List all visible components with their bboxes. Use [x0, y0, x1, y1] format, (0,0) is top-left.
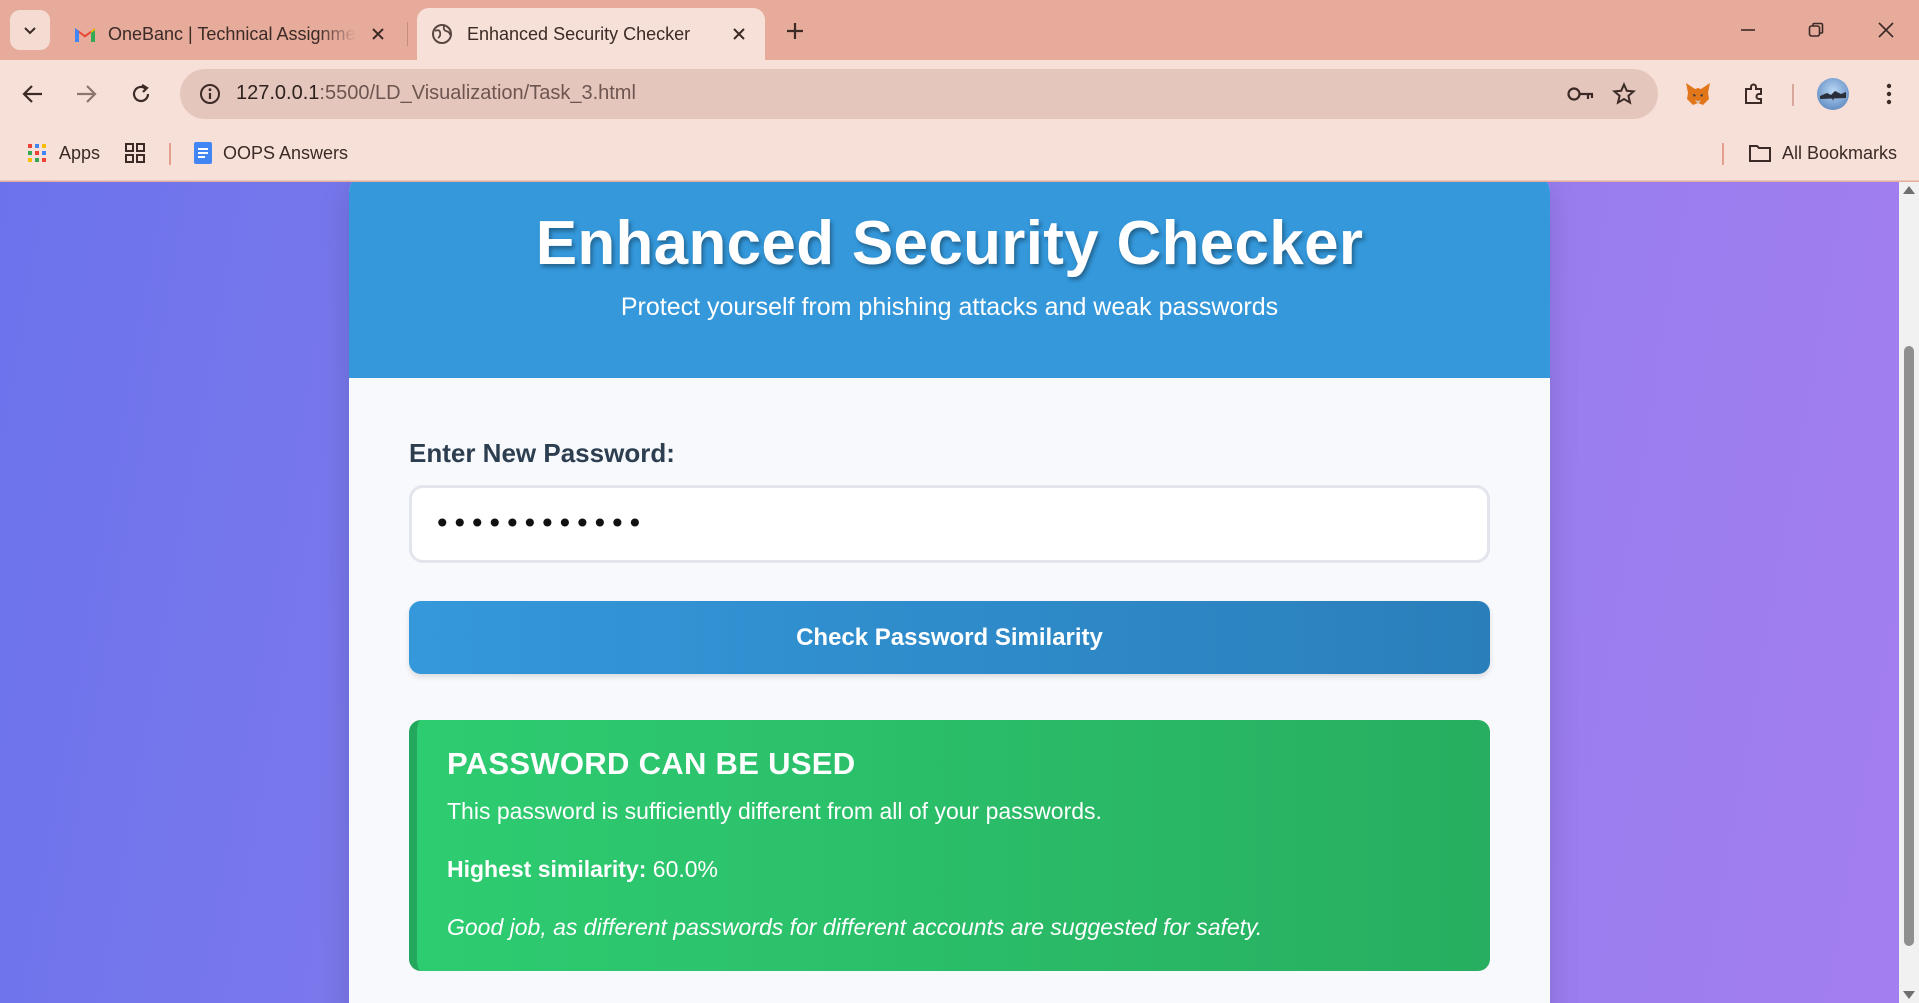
password-input[interactable]: ••••••••••••: [409, 485, 1490, 563]
site-info-button[interactable]: [192, 76, 228, 112]
result-message: This password is sufficiently different …: [447, 798, 1102, 824]
toolbar-divider: [1792, 84, 1794, 106]
bookmark-oops-answers[interactable]: OOPS Answers: [193, 138, 348, 168]
all-bookmarks-button[interactable]: All Bookmarks: [1748, 138, 1897, 168]
close-window-button[interactable]: [1858, 8, 1914, 52]
tab-search-button[interactable]: [10, 10, 50, 50]
globe-icon: [432, 24, 452, 44]
url-path: :5500/LD_Visualization/Task_3.html: [319, 82, 636, 104]
restore-icon: [1808, 22, 1824, 37]
tab-security-checker[interactable]: Enhanced Security Checker: [417, 8, 765, 60]
bookmark-label: OOPS Answers: [223, 142, 349, 163]
result-status: PASSWORD CAN BE USED: [447, 746, 856, 781]
page-scrollbar[interactable]: [1899, 182, 1919, 1003]
arrow-right-icon: [77, 85, 97, 103]
menu-kebab-icon[interactable]: [1871, 76, 1907, 112]
bookmarks-bar: Apps OOPS Answers All Bookmarks: [0, 128, 1919, 181]
bookmark-star-icon[interactable]: [1610, 80, 1638, 108]
bookmark-apps[interactable]: Apps: [27, 138, 100, 168]
tab-groups-button[interactable]: [124, 138, 146, 168]
url-text[interactable]: 127.0.0.1:5500/LD_Visualization/Task_3.h…: [236, 82, 636, 105]
plus-icon: [787, 23, 803, 39]
result-note: Good job, as different passwords for dif…: [447, 914, 1263, 940]
browser-toolbar: 127.0.0.1:5500/LD_Visualization/Task_3.h…: [0, 60, 1919, 128]
result-panel: PASSWORD CAN BE USED This password is su…: [409, 720, 1490, 971]
new-tab-button[interactable]: [778, 14, 812, 48]
scroll-thumb[interactable]: [1904, 346, 1914, 946]
folder-icon: [1749, 145, 1771, 162]
password-label: Enter New Password:: [409, 438, 675, 468]
apps-grid-icon: [28, 144, 46, 162]
metamask-icon[interactable]: [1680, 76, 1716, 112]
docs-icon: [194, 142, 212, 164]
similarity-value: 60.0%: [652, 856, 718, 882]
check-similarity-button[interactable]: Check Password Similarity: [409, 601, 1490, 674]
page-viewport: Enhanced Security Checker Protect yourse…: [0, 182, 1899, 1003]
minimize-button[interactable]: [1720, 8, 1776, 52]
page-title: Enhanced Security Checker: [535, 209, 1364, 278]
back-button[interactable]: [13, 74, 53, 114]
reload-icon: [132, 84, 150, 103]
address-bar[interactable]: 127.0.0.1:5500/LD_Visualization/Task_3.h…: [180, 69, 1658, 119]
tab-title: Enhanced Security Checker: [467, 23, 691, 44]
result-similarity: Highest similarity: 60.0%: [447, 856, 1460, 883]
scroll-down-arrow[interactable]: [1903, 991, 1915, 999]
bookmark-label: Apps: [59, 142, 101, 163]
card-body: Enter New Password: •••••••••••• Check P…: [349, 438, 1550, 971]
info-icon: [200, 84, 220, 104]
close-icon: [1878, 22, 1894, 38]
restore-button[interactable]: [1788, 8, 1844, 52]
bookmark-separator: [169, 143, 171, 165]
arrow-left-icon: [22, 85, 42, 103]
bookmark-separator: [1722, 143, 1724, 165]
forward-button[interactable]: [66, 74, 106, 114]
tab-strip: OneBanc | Technical Assignment Enhanced …: [0, 0, 1919, 60]
close-icon[interactable]: [366, 22, 390, 46]
similarity-label: Highest similarity:: [447, 856, 647, 882]
security-checker-card: Enhanced Security Checker Protect yourse…: [349, 182, 1550, 1003]
tab-onebanc[interactable]: OneBanc | Technical Assignment: [62, 8, 402, 60]
all-bookmarks-label: All Bookmarks: [1782, 142, 1898, 163]
url-host: 127.0.0.1: [236, 82, 320, 104]
tab-separator: [407, 22, 408, 46]
tab-title: OneBanc | Technical Assignment: [108, 23, 356, 44]
gmail-icon: [75, 28, 95, 42]
page-subtitle: Protect yourself from phishing attacks a…: [620, 293, 1279, 321]
scroll-up-arrow[interactable]: [1903, 186, 1915, 194]
password-key-icon[interactable]: [1566, 81, 1596, 107]
extensions-puzzle-icon[interactable]: [1736, 76, 1772, 112]
reload-button[interactable]: [121, 74, 161, 114]
chevron-down-icon: [24, 27, 36, 35]
profile-avatar[interactable]: [1817, 78, 1849, 110]
card-header: Enhanced Security Checker Protect yourse…: [349, 182, 1550, 378]
grid-icon: [125, 143, 145, 163]
close-icon[interactable]: [727, 22, 751, 46]
minimize-icon: [1741, 29, 1755, 31]
